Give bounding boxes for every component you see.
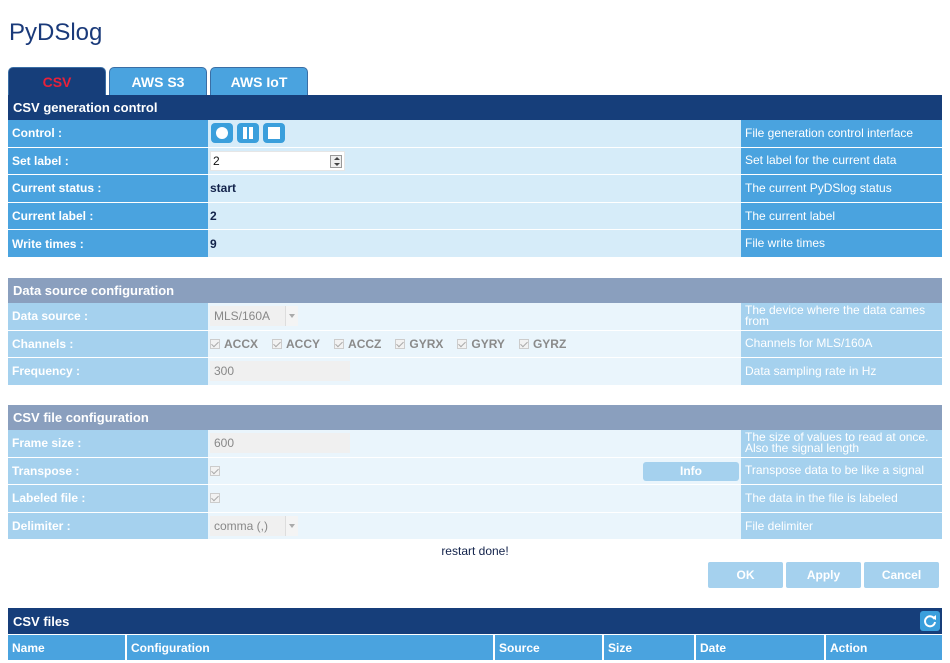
row-description: File generation control interface — [741, 120, 942, 147]
chevron-down-icon — [285, 516, 298, 537]
control-row: Control : File generation control interf… — [8, 120, 942, 148]
current-status-value: start — [208, 175, 741, 202]
checkbox-icon[interactable] — [518, 338, 529, 349]
panel-title: CSV file configuration — [8, 405, 942, 430]
row-label: Labeled file : — [8, 485, 208, 512]
tab-bar: CSV AWS S3 AWS IoT — [8, 67, 311, 95]
current-label-row: Current label : 2 The current label — [8, 202, 942, 231]
column-header-source: Source — [495, 635, 602, 660]
control-buttons — [208, 120, 741, 147]
write-times-value: 9 — [208, 230, 741, 257]
row-label: Frequency : — [8, 358, 208, 385]
column-header-name: Name — [8, 635, 125, 660]
checkbox-icon[interactable] — [272, 338, 283, 349]
cancel-button[interactable]: Cancel — [864, 562, 939, 588]
data-source-select[interactable]: MLS/160A — [210, 306, 298, 327]
checkbox-icon[interactable] — [395, 338, 406, 349]
row-label: Current status : — [8, 175, 208, 202]
app-title: PyDSlog — [9, 19, 103, 46]
pause-icon — [243, 127, 253, 140]
write-times-row: Write times : 9 File write times — [8, 230, 942, 258]
row-label: Current label : — [8, 202, 208, 230]
channel-gyrz[interactable]: GYRZ — [518, 337, 566, 351]
channel-gyry[interactable]: GYRY — [457, 337, 505, 351]
stop-button[interactable] — [263, 123, 285, 144]
spinner-icon[interactable] — [330, 154, 342, 168]
refresh-button[interactable] — [920, 611, 940, 631]
row-description: Channels for MLS/160A — [741, 330, 942, 358]
row-label: Delimiter : — [8, 512, 208, 540]
channel-gyrx[interactable]: GYRX — [395, 337, 443, 351]
row-description: File delimiter — [741, 512, 942, 540]
frequency-input[interactable]: 300 — [210, 361, 350, 382]
row-description: Data sampling rate in Hz — [741, 358, 942, 385]
tab-csv[interactable]: CSV — [8, 67, 106, 95]
apply-button[interactable]: Apply — [786, 562, 861, 588]
row-description: The data in the file is labeled — [741, 485, 942, 512]
set-label-row: Set label : 2 Set label for the current … — [8, 147, 942, 176]
checkbox-icon[interactable] — [334, 338, 345, 349]
channels-row: Channels : ACCX ACCY ACCZ GYRX GYRY GYRZ… — [8, 330, 942, 359]
current-label-value: 2 — [208, 202, 741, 230]
delimiter-select[interactable]: comma (,) — [210, 516, 298, 537]
record-button[interactable] — [211, 123, 233, 144]
channel-accy[interactable]: ACCY — [272, 337, 320, 351]
refresh-icon — [924, 615, 936, 628]
row-label: Data source : — [8, 303, 208, 330]
row-label: Transpose : — [8, 457, 208, 485]
tab-aws-iot[interactable]: AWS IoT — [210, 67, 308, 95]
labeled-file-row: Labeled file : The data in the file is l… — [8, 485, 942, 513]
data-source-row: Data source : MLS/160A The device where … — [8, 303, 942, 331]
column-header-action: Action — [826, 635, 942, 660]
transpose-row: Transpose : Info Transpose data to be li… — [8, 457, 942, 486]
channel-accx[interactable]: ACCX — [210, 337, 258, 351]
row-label: Set label : — [8, 147, 208, 175]
row-label: Control : — [8, 120, 208, 147]
status-message: restart done! — [441, 544, 509, 558]
row-label: Channels : — [8, 330, 208, 358]
ok-button[interactable]: OK — [708, 562, 783, 588]
csv-files-table-header: Name Configuration Source Size Date Acti… — [8, 635, 942, 660]
row-description: The size of values to read at once. Also… — [741, 430, 942, 457]
csv-files-header: CSV files — [8, 608, 942, 634]
row-description: The device where the data cames from — [741, 303, 942, 330]
info-button[interactable]: Info — [643, 461, 739, 481]
row-description: The current label — [741, 202, 942, 230]
csv-file-config-panel: CSV file configuration Frame size : 600 … — [8, 405, 942, 541]
csv-generation-control-panel: CSV generation control Control : File ge… — [8, 95, 942, 258]
transpose-checkbox[interactable] — [210, 465, 220, 476]
row-description: The current PyDSlog status — [741, 175, 942, 202]
delimiter-selected: comma (,) — [214, 519, 268, 534]
frame-size-input[interactable]: 600 — [210, 433, 350, 454]
data-source-panel: Data source configuration Data source : … — [8, 278, 942, 386]
chevron-down-icon — [285, 306, 298, 327]
current-status-row: Current status : start The current PyDSl… — [8, 175, 942, 203]
pause-button[interactable] — [237, 123, 259, 144]
panel-title: Data source configuration — [8, 278, 942, 303]
data-source-selected: MLS/160A — [214, 309, 271, 324]
row-description: File write times — [741, 230, 942, 257]
delimiter-row: Delimiter : comma (,) File delimiter — [8, 512, 942, 541]
frequency-row: Frequency : 300 Data sampling rate in Hz — [8, 358, 942, 386]
panel-title: CSV files — [13, 613, 70, 629]
tab-aws-s3[interactable]: AWS S3 — [109, 67, 207, 95]
column-header-date: Date — [696, 635, 824, 660]
row-label: Frame size : — [8, 430, 208, 457]
frame-size-row: Frame size : 600 The size of values to r… — [8, 430, 942, 458]
set-label-input[interactable]: 2 — [210, 150, 345, 171]
record-icon — [216, 127, 228, 140]
column-header-size: Size — [604, 635, 694, 660]
channels-list: ACCX ACCY ACCZ GYRX GYRY GYRZ — [208, 330, 741, 358]
row-description: Transpose data to be like a signal — [741, 457, 942, 485]
labeled-file-checkbox[interactable] — [210, 493, 220, 504]
panel-title: CSV generation control — [8, 95, 942, 120]
set-label-value: 2 — [213, 153, 220, 168]
column-header-configuration: Configuration — [127, 635, 493, 660]
checkbox-icon[interactable] — [457, 338, 468, 349]
channel-accz[interactable]: ACCZ — [334, 337, 381, 351]
checkbox-icon[interactable] — [210, 338, 220, 349]
row-label: Write times : — [8, 230, 208, 257]
stop-icon — [268, 127, 280, 140]
row-description: Set label for the current data — [741, 147, 942, 175]
